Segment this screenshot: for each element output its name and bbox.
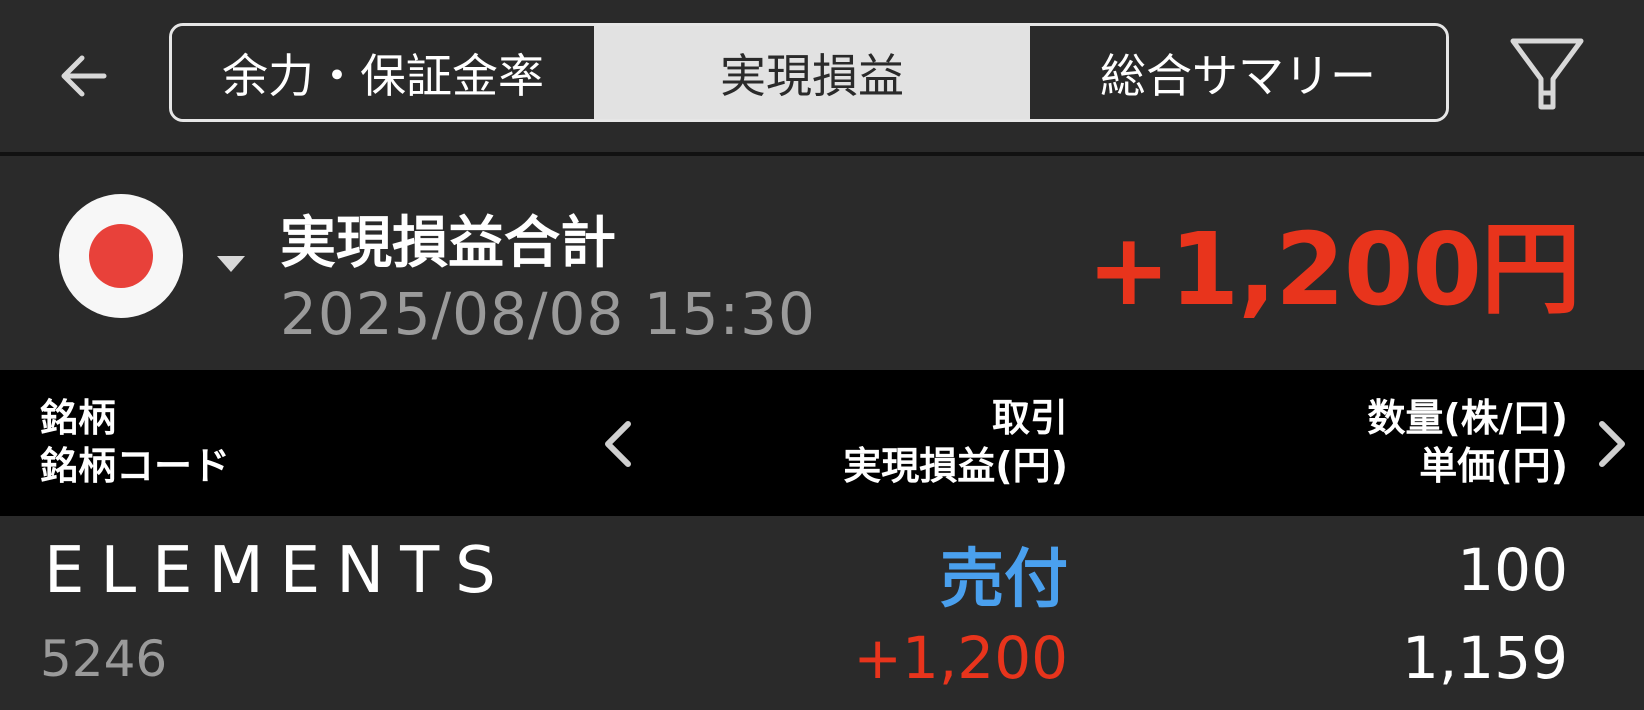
column-header-trade-type: 取引 (991, 396, 1068, 440)
realized-pl-value: +1,200 (853, 624, 1068, 692)
column-header-realized-pl: 実現損益(円) (843, 444, 1068, 488)
summary-total-amount: +1,200円 (1086, 211, 1581, 328)
back-button[interactable] (48, 40, 120, 112)
realized-pl-summary: 実現損益合計 2025/08/08 15:30 +1,200円 (0, 156, 1644, 370)
stock-name: ELEMENTS (44, 534, 512, 608)
column-header-stock: 銘柄 銘柄コード (40, 394, 230, 490)
summary-title: 実現損益合計 (280, 211, 616, 276)
tab-total-summary[interactable]: 総合サマリー (1030, 26, 1446, 119)
top-bar: 余力・保証金率 実現損益 総合サマリー (0, 0, 1644, 152)
next-columns-button[interactable] (1584, 412, 1640, 476)
column-header-unit-price: 単価(円) (1419, 444, 1568, 488)
caret-down-icon (217, 256, 245, 272)
chevron-left-icon (605, 421, 631, 467)
table-row[interactable]: ELEMENTS 5246 売付 +1,200 100 1,159 (0, 516, 1644, 710)
arrow-left-icon (61, 55, 107, 97)
column-header-quantity: 数量(株/口) 単価(円) (1367, 394, 1568, 490)
quantity-value: 100 (1457, 536, 1568, 604)
flag-sun (89, 224, 153, 288)
chevron-right-icon (1599, 421, 1625, 467)
column-header-stock-code: 銘柄コード (40, 444, 231, 488)
filter-button[interactable] (1505, 34, 1589, 116)
previous-columns-button[interactable] (590, 412, 646, 476)
trade-type: 売付 (940, 543, 1068, 617)
segmented-tab-control: 余力・保証金率 実現損益 総合サマリー (169, 23, 1449, 122)
table-header: 銘柄 銘柄コード 取引 実現損益(円) 数量(株/口) 単価(円) (0, 370, 1644, 516)
market-dropdown[interactable] (213, 246, 249, 282)
tab-margin-ratio[interactable]: 余力・保証金率 (172, 26, 594, 119)
stock-code: 5246 (40, 630, 168, 688)
summary-datetime: 2025/08/08 15:30 (280, 280, 816, 348)
unit-price-value: 1,159 (1401, 624, 1568, 692)
column-header-quantity-label: 数量(株/口) (1367, 396, 1568, 440)
column-header-trade: 取引 実現損益(円) (843, 394, 1068, 490)
japan-flag-icon[interactable] (59, 194, 183, 318)
column-header-stock-name: 銘柄 (40, 396, 117, 440)
tab-realized-pl[interactable]: 実現損益 (594, 26, 1030, 119)
filter-icon (1510, 38, 1584, 110)
